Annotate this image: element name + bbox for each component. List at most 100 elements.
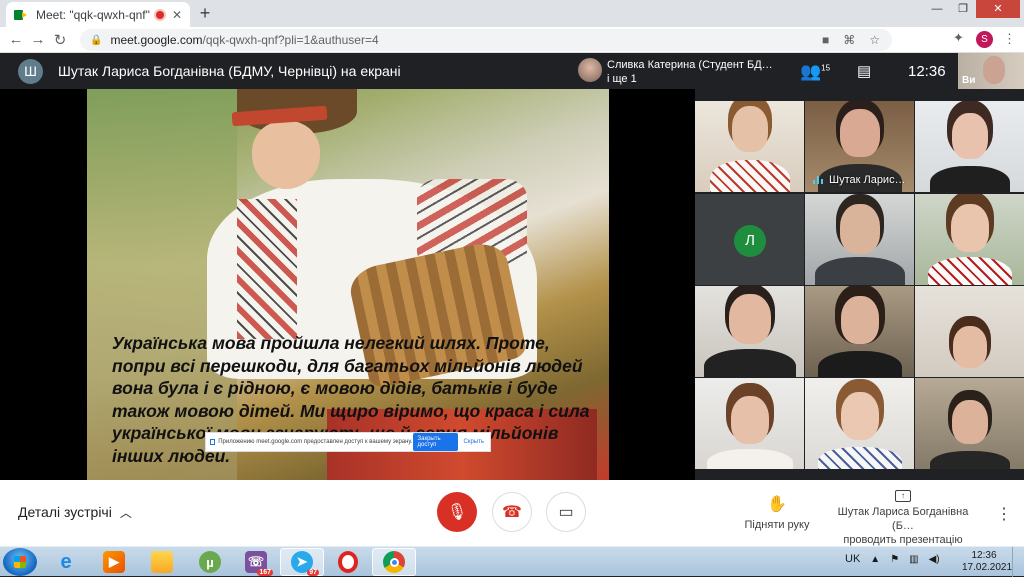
windows-logo-icon <box>14 556 26 568</box>
utorrent-icon: µ <box>199 551 221 573</box>
taskbar-telegram[interactable]: ➤ 97 <box>280 548 324 576</box>
participant-tile[interactable] <box>915 286 1024 377</box>
taskbar-chrome[interactable] <box>372 548 416 576</box>
forward-icon[interactable]: → <box>27 31 49 48</box>
meet-controls-bar: Деталі зустрічі ︿ 🎙 ☎ ▭ ✋ Підняти руку ↑ … <box>0 480 1024 546</box>
meeting-details-button[interactable]: Деталі зустрічі ︿ <box>18 504 132 521</box>
mic-toggle-button[interactable]: 🎙 <box>437 492 477 532</box>
telegram-badge: 97 <box>307 569 319 576</box>
profile-avatar[interactable]: S <box>976 31 993 48</box>
volume-icon[interactable]: ◀) <box>929 554 940 565</box>
presenting-status-button[interactable]: ↑ Шутак Лариса Богданівна (Б… проводить … <box>828 490 978 547</box>
speaker-more: і ще 1 <box>607 73 637 85</box>
browser-tab-meet[interactable]: Meet: "qqk-qwxh-qnf" ✕ <box>6 2 190 27</box>
presenter-line2: проводить презентацію <box>843 534 963 546</box>
network-icon[interactable]: ▥ <box>909 554 918 565</box>
internet-explorer-icon: e <box>60 550 72 573</box>
screen-share-notice: Приложению meet.google.com предоставлен … <box>205 432 491 452</box>
reload-icon[interactable]: ↻ <box>49 31 71 49</box>
taskbar-clock[interactable]: 12:36 17.02.2021 <box>962 550 1012 574</box>
url-host: meet.google.com <box>110 33 203 47</box>
participant-tile[interactable] <box>695 286 804 377</box>
minimize-icon[interactable]: — <box>924 0 950 18</box>
new-tab-button[interactable]: + <box>195 4 215 24</box>
chrome-icon <box>383 551 405 573</box>
flag-icon[interactable]: ⚑ <box>890 554 899 565</box>
speaker-name: Сливка Катерина (Студент БД… <box>607 59 773 71</box>
presenter-title: Шутак Лариса Богданівна (БДМУ, Чернівці)… <box>58 63 401 79</box>
language-indicator[interactable]: UK <box>845 553 860 565</box>
participant-tile[interactable] <box>805 194 914 285</box>
viber-icon: ☏ 167 <box>245 551 273 576</box>
participant-tile[interactable] <box>695 378 804 469</box>
participant-tile[interactable] <box>805 286 914 377</box>
raise-hand-button[interactable]: ✋ Підняти руку <box>740 494 814 531</box>
start-button[interactable] <box>3 548 37 576</box>
participant-tile[interactable] <box>915 378 1024 469</box>
speaking-indicator-icon <box>813 175 823 184</box>
share-notice-message: Приложению meet.google.com предоставлен … <box>218 439 413 445</box>
people-icon: 👥 <box>800 62 822 81</box>
taskbar-viber[interactable]: ☏ 167 <box>234 548 278 576</box>
participant-name: Шутак Ларис… <box>829 174 906 186</box>
address-bar[interactable]: 🔒 meet.google.com/qqk-qwxh-qnf?pli=1&aut… <box>80 29 892 51</box>
taskbar-opera[interactable] <box>326 548 370 576</box>
windows-taskbar: e ▶ µ ☏ 167 ➤ 97 UK ▲ ⚑ ▥ ◀) 12:36 17.02.2… <box>0 546 1024 577</box>
meet-favicon-icon <box>14 9 28 21</box>
tab-title: Meet: "qqk-qwxh-qnf" <box>36 7 150 22</box>
stop-sharing-button[interactable]: Закрыть доступ <box>412 433 458 451</box>
browser-toolbar: ← → ↻ 🔒 meet.google.com/qqk-qwxh-qnf?pli… <box>0 27 1024 53</box>
presenter-line1: Шутак Лариса Богданівна (Б… <box>837 506 969 532</box>
bookmark-star-icon[interactable]: ☆ <box>869 33 880 47</box>
raise-hand-label: Підняти руку <box>744 519 810 531</box>
browser-menu-icon[interactable]: ⋮ <box>1003 31 1016 47</box>
show-desktop-button[interactable] <box>1012 547 1024 577</box>
taskbar-media-player[interactable]: ▶ <box>92 548 136 576</box>
recording-indicator-icon <box>155 10 164 19</box>
camera-icon: ▭ <box>558 504 574 521</box>
participant-initial-avatar: Л <box>734 225 766 257</box>
participant-tile[interactable] <box>695 101 804 192</box>
camera-in-use-icon[interactable]: ■ <box>822 33 829 47</box>
chat-icon[interactable]: ▤ <box>857 62 871 80</box>
hide-notice-button[interactable]: Скрыть <box>464 439 484 445</box>
participant-tile[interactable]: Л <box>695 194 804 285</box>
active-speaker: Сливка Катерина (Студент БД… і ще 1 <box>575 56 775 86</box>
lock-icon: 🔒 <box>90 34 103 46</box>
share-notice-icon <box>210 439 216 445</box>
mic-off-icon: 🎙 <box>446 504 468 521</box>
url-path: /qqk-qwxh-qnf?pli=1&authuser=4 <box>202 33 379 47</box>
self-view-tile[interactable]: Ви <box>958 53 1024 89</box>
participant-tile[interactable]: Шутак Ларис… <box>805 101 914 192</box>
participant-grid: Шутак Ларис… Л <box>695 101 1024 469</box>
more-options-icon[interactable]: ⋮ <box>996 504 1012 524</box>
system-tray: UK ▲ ⚑ ▥ ◀) <box>845 553 940 565</box>
leave-call-button[interactable]: ☎ <box>492 492 532 532</box>
close-window-icon[interactable]: ✕ <box>976 0 1020 18</box>
folder-icon <box>151 551 173 573</box>
participant-tile[interactable] <box>805 378 914 469</box>
viber-badge: 167 <box>257 569 273 576</box>
camera-toggle-button[interactable]: ▭ <box>546 492 586 532</box>
tray-expand-icon[interactable]: ▲ <box>870 554 880 565</box>
participants-count: 15 <box>821 63 831 73</box>
chevron-up-icon: ︿ <box>119 506 132 520</box>
restore-icon[interactable]: ❐ <box>950 0 976 18</box>
browser-tab-strip: Meet: "qqk-qwxh-qnf" ✕ + — ❐ ✕ <box>0 0 1024 27</box>
extensions-puzzle-icon[interactable]: ✦ <box>953 30 964 46</box>
taskbar-utorrent[interactable]: µ <box>188 548 232 576</box>
back-icon[interactable]: ← <box>5 31 27 48</box>
media-player-icon: ▶ <box>103 551 125 573</box>
tab-close-icon[interactable]: ✕ <box>172 8 182 22</box>
hand-icon: ✋ <box>767 496 787 513</box>
participants-button[interactable]: 👥15 <box>800 62 830 82</box>
meeting-details-label: Деталі зустрічі <box>18 504 112 520</box>
participant-tile[interactable] <box>915 101 1024 192</box>
taskbar-time: 12:36 <box>971 550 997 561</box>
meeting-clock: 12:36 <box>908 63 946 80</box>
participant-tile[interactable] <box>915 194 1024 285</box>
translate-icon[interactable]: ⌘ <box>843 33 855 47</box>
opera-icon <box>338 551 358 573</box>
taskbar-internet-explorer[interactable]: e <box>44 548 88 576</box>
taskbar-file-explorer[interactable] <box>140 548 184 576</box>
